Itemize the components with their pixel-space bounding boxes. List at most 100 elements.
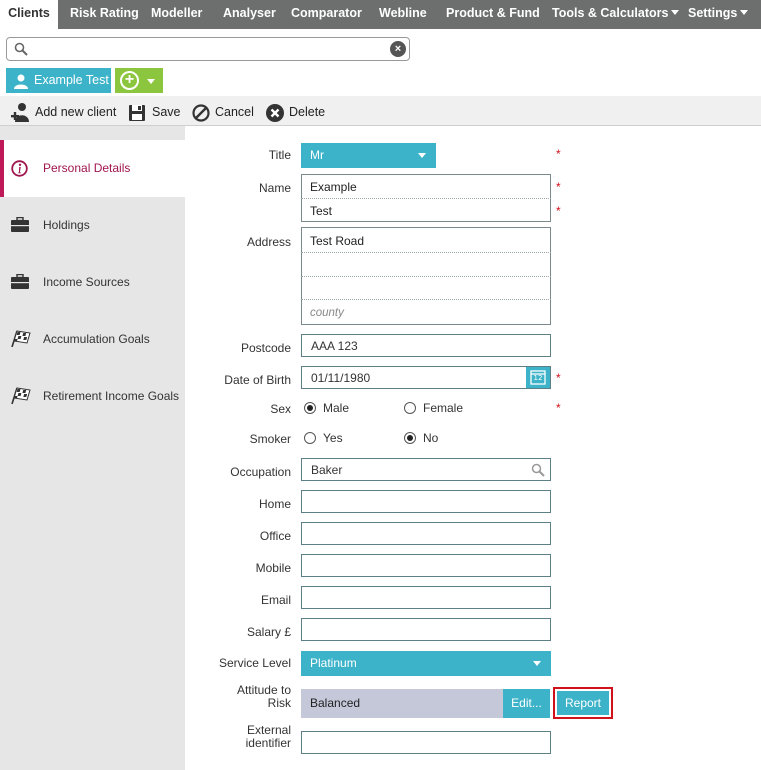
save-button[interactable]: Save: [128, 96, 181, 126]
sex-male-radio[interactable]: Male: [304, 400, 374, 417]
service-level-value: Platinum: [310, 656, 357, 670]
sidebar-item-holdings[interactable]: Holdings: [0, 197, 185, 254]
mobile-phone-field[interactable]: [301, 554, 551, 577]
tab-clients[interactable]: Clients: [0, 0, 58, 29]
sidebar-item-accumulation-goals[interactable]: Accumulation Goals: [0, 311, 185, 368]
plus-circle-icon: +: [120, 71, 139, 90]
sidebar-item-label: Personal Details: [43, 161, 131, 175]
tab-product-fund[interactable]: Product & Fund: [446, 0, 540, 29]
required-marker: *: [556, 204, 561, 218]
sex-female-radio[interactable]: Female: [404, 400, 484, 417]
service-level-select[interactable]: Platinum: [301, 651, 551, 676]
briefcase-icon: [11, 216, 29, 235]
smoker-no-radio[interactable]: No: [404, 430, 464, 447]
occupation-label: Occupation: [230, 465, 291, 479]
clear-search-icon[interactable]: ×: [390, 41, 406, 57]
external-label-line2: identifier: [245, 736, 291, 750]
title-value: Mr: [310, 148, 324, 162]
sidebar-item-label: Retirement Income Goals: [43, 389, 180, 403]
sex-male-label: Male: [323, 401, 350, 415]
person-icon: [14, 73, 28, 98]
sidebar-item-income-sources[interactable]: Income Sources: [0, 254, 185, 311]
calendar-button[interactable]: 12: [526, 367, 550, 388]
chevron-down-icon: [147, 79, 155, 84]
smoker-yes-radio[interactable]: Yes: [304, 430, 364, 447]
tab-tools-label: Tools & Calculators: [552, 6, 669, 20]
tab-risk-rating[interactable]: Risk Rating: [70, 0, 139, 29]
county-field[interactable]: county: [302, 300, 550, 324]
search-icon: [14, 42, 28, 59]
home-label: Home: [258, 497, 291, 511]
tab-tools-calculators[interactable]: Tools & Calculators: [552, 0, 680, 29]
address-label: Address: [246, 235, 291, 249]
delete-label: Delete: [289, 105, 326, 119]
tab-comparator[interactable]: Comparator: [291, 0, 362, 29]
salary-field[interactable]: [301, 618, 551, 641]
first-name-field[interactable]: Example: [302, 175, 550, 198]
sidebar: Personal Details Holdings Income Sources…: [0, 126, 185, 770]
radio-selected-icon: [404, 432, 416, 444]
attitude-label-line2: Risk: [267, 696, 291, 710]
address-line1-field[interactable]: Test Road: [302, 228, 550, 252]
add-client-menu-button[interactable]: +: [115, 68, 163, 93]
salary-label: Salary £: [246, 625, 291, 639]
toolbar: Add new client Save Cancel Delete: [0, 96, 761, 126]
email-field[interactable]: [301, 586, 551, 609]
sidebar-item-retirement-income-goals[interactable]: Retirement Income Goals: [0, 368, 185, 425]
tab-analyser[interactable]: Analyser: [223, 0, 276, 29]
chevron-down-icon: [671, 10, 680, 16]
address-line2-field[interactable]: [302, 253, 550, 276]
title-select[interactable]: Mr: [301, 143, 436, 168]
home-phone-field[interactable]: [301, 490, 551, 513]
report-button[interactable]: Report: [553, 687, 613, 719]
postcode-field[interactable]: AAA 123: [301, 334, 551, 357]
delete-button[interactable]: Delete: [266, 96, 325, 126]
top-nav: Clients Risk Rating Modeller Analyser Co…: [0, 0, 761, 29]
tab-settings[interactable]: Settings: [688, 0, 749, 29]
cancel-icon: [192, 102, 210, 134]
attitude-value-box: Balanced: [301, 689, 503, 718]
client-search: ×: [6, 37, 410, 61]
checkered-flag-icon: [11, 330, 31, 350]
briefcase-icon: [11, 273, 29, 292]
report-button-label: Report: [557, 691, 609, 715]
cancel-button[interactable]: Cancel: [192, 96, 254, 126]
external-identifier-label: External identifier: [246, 724, 291, 750]
radio-empty-icon: [304, 432, 316, 444]
required-marker: *: [556, 371, 561, 385]
chevron-down-icon: [418, 153, 426, 158]
client-chip[interactable]: Example Test: [6, 68, 111, 93]
tab-settings-label: Settings: [688, 6, 738, 20]
sidebar-item-label: Accumulation Goals: [43, 332, 150, 346]
save-label: Save: [152, 105, 181, 119]
smoker-label: Smoker: [249, 432, 291, 446]
dob-field[interactable]: 01/11/1980: [301, 366, 551, 389]
add-new-client-label: Add new client: [35, 105, 117, 119]
smoker-yes-label: Yes: [323, 431, 343, 445]
occupation-field[interactable]: Baker: [301, 458, 551, 481]
chevron-down-icon: [533, 661, 541, 666]
sidebar-item-label: Holdings: [43, 218, 90, 232]
search-input[interactable]: [31, 39, 391, 59]
office-phone-field[interactable]: [301, 522, 551, 545]
edit-attitude-button[interactable]: Edit...: [503, 689, 550, 718]
address-line3-field[interactable]: [302, 277, 550, 299]
tab-webline[interactable]: Webline: [379, 0, 427, 29]
add-new-client-button[interactable]: Add new client: [11, 96, 116, 126]
external-identifier-field[interactable]: [301, 731, 551, 754]
tab-modeller[interactable]: Modeller: [151, 0, 202, 29]
smoker-no-label: No: [423, 431, 439, 445]
cancel-label: Cancel: [215, 105, 254, 119]
required-marker: *: [556, 401, 561, 415]
search-icon: [531, 463, 545, 480]
office-label: Office: [259, 529, 291, 543]
radio-selected-icon: [304, 402, 316, 414]
checkered-flag-icon: [11, 387, 31, 407]
sidebar-item-personal-details[interactable]: Personal Details: [0, 140, 185, 197]
name-label: Name: [258, 181, 291, 195]
delete-icon: [266, 102, 284, 134]
email-label: Email: [260, 593, 291, 607]
last-name-field[interactable]: Test: [302, 199, 550, 221]
required-marker: *: [556, 147, 561, 161]
chevron-down-icon: [740, 10, 749, 16]
